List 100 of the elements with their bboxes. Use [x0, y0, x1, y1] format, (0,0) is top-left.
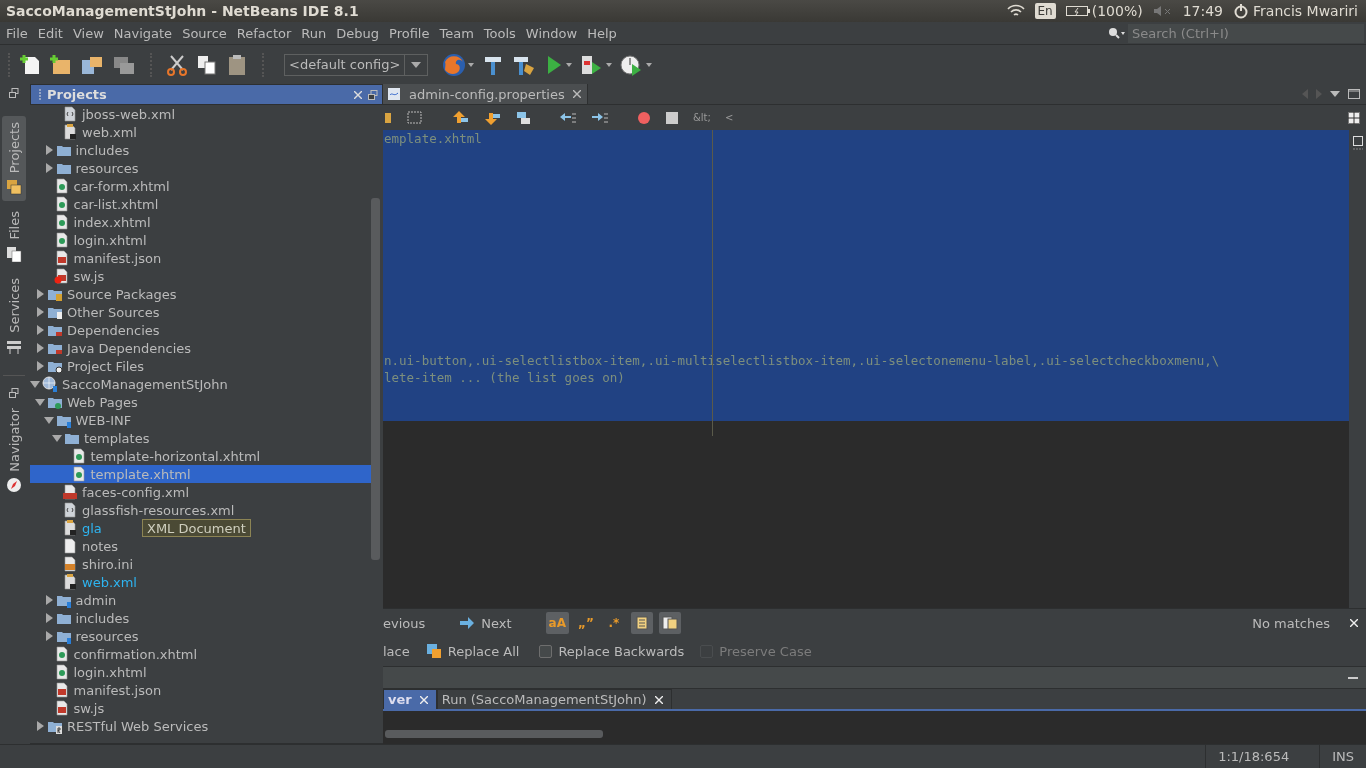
replace-button[interactable]: lace [383, 643, 410, 659]
menu-item[interactable]: Debug [332, 25, 386, 41]
shift-right-icon[interactable] [591, 110, 609, 125]
tree-item[interactable]: manifest.json [30, 249, 371, 267]
restore-icon[interactable] [9, 88, 19, 98]
side-tab[interactable]: Projects [2, 116, 26, 202]
tree-item[interactable]: sw.js [30, 267, 371, 285]
menu-item[interactable]: Help [583, 25, 623, 41]
user-name[interactable]: Francis Mwariri [1253, 3, 1358, 19]
side-tab[interactable]: Files [2, 205, 26, 268]
menu-item[interactable]: Window [521, 25, 584, 41]
restore-icon[interactable] [368, 89, 378, 100]
tree-item[interactable]: Project Files [30, 357, 371, 375]
keyboard-layout[interactable]: En [1034, 3, 1056, 19]
tree-item[interactable]: index.xhtml [30, 213, 371, 231]
menu-item[interactable]: Navigate [109, 25, 179, 41]
tree-item[interactable]: web.xml [30, 573, 371, 591]
menu-item[interactable]: Run [297, 25, 333, 41]
menu-item[interactable]: Edit [33, 25, 69, 41]
config-select[interactable]: <default config> [284, 53, 429, 76]
expand-arrow-icon[interactable] [35, 289, 45, 299]
shift-left-icon[interactable] [559, 110, 577, 125]
dropdown-icon[interactable] [1330, 91, 1340, 97]
expand-arrow-icon[interactable] [35, 325, 45, 335]
menu-item[interactable]: Tools [479, 25, 522, 41]
tree-item[interactable]: login.xhtml [30, 663, 371, 681]
collapse-arrow-icon[interactable] [43, 415, 54, 425]
collapse-arrow-icon[interactable] [30, 379, 40, 389]
tree-item[interactable]: login.xhtml [30, 231, 371, 249]
tree-item[interactable]: Java Dependencies [30, 339, 371, 357]
tree-item[interactable]: car-list.xhtml [30, 195, 371, 213]
tree-item[interactable]: resources [30, 627, 371, 645]
expand-arrow-icon[interactable] [35, 721, 45, 731]
tree-item[interactable]: templates [30, 429, 371, 447]
search-field[interactable]: Search (Ctrl+I) [1128, 23, 1364, 43]
selection-icon[interactable] [407, 110, 423, 125]
maximize-icon[interactable] [1348, 89, 1360, 99]
tree-item[interactable]: includes [30, 141, 371, 159]
tree-item[interactable]: web.xml [30, 123, 371, 141]
record-icon[interactable] [637, 110, 651, 125]
scrollbar[interactable] [371, 198, 380, 560]
expand-arrow-icon[interactable] [43, 631, 54, 641]
tree-item[interactable]: glassfish-resources.xml [30, 501, 371, 519]
expand-arrow-icon[interactable] [35, 307, 45, 317]
tree-item[interactable]: gla XML Document [30, 519, 371, 537]
previous-button[interactable]: evious [383, 615, 426, 631]
close-icon[interactable] [354, 90, 362, 99]
toggle-button[interactable]: „” [574, 612, 597, 634]
toggle-button[interactable]: .* [602, 612, 625, 634]
menu-item[interactable]: Team [435, 25, 480, 41]
scrollbar[interactable] [385, 730, 603, 738]
expand-arrow-icon[interactable] [35, 343, 45, 353]
checkbox[interactable] [539, 644, 553, 658]
toggle-button[interactable] [630, 612, 653, 634]
output-tab[interactable]: ver [383, 689, 437, 709]
tree-item[interactable]: Web Pages [30, 393, 371, 411]
tree-item[interactable]: RESTful Web Services [30, 717, 371, 735]
next-button[interactable]: Next [455, 615, 516, 631]
editor-tab[interactable]: admin-config.properties [383, 84, 588, 104]
tree-item[interactable]: WEB-INF [30, 411, 371, 429]
tree-item[interactable]: Source Packages [30, 285, 371, 303]
tree-item[interactable]: template-horizontal.xhtml [30, 447, 371, 465]
menu-item[interactable]: Profile [385, 25, 436, 41]
output-tab[interactable]: Run (SaccoManagementStJohn) [436, 689, 672, 709]
menu-item[interactable]: Source [178, 25, 233, 41]
tree-item[interactable]: Other Sources [30, 303, 371, 321]
tree-item[interactable]: admin [30, 591, 371, 609]
tree-item[interactable]: confirmation.xhtml [30, 645, 371, 663]
expand-arrow-icon[interactable] [43, 613, 54, 623]
clock[interactable]: 17:49 [1182, 3, 1223, 19]
expand-arrow-icon[interactable] [43, 595, 54, 605]
tree-item[interactable]: manifest.json [30, 681, 371, 699]
source-history-icon[interactable] [385, 110, 393, 125]
tree-item[interactable]: notes [30, 537, 371, 555]
tree-item[interactable]: template.xhtml [30, 465, 371, 483]
expand-arrow-icon[interactable] [35, 361, 45, 371]
side-tab[interactable]: Services [2, 271, 26, 361]
side-tab[interactable]: Navigator [2, 401, 26, 500]
expand-arrow-icon[interactable] [43, 145, 54, 155]
collapse-arrow-icon[interactable] [35, 397, 45, 407]
tree-item[interactable]: SaccoManagementStJohn [30, 375, 371, 393]
tree-item[interactable]: shiro.ini [30, 555, 371, 573]
search-icon[interactable] [1108, 27, 1126, 39]
restore-icon[interactable] [9, 387, 19, 398]
toggle-bookmark-icon[interactable] [515, 109, 531, 126]
toolbar-text[interactable]: &lt; [693, 112, 711, 123]
tree-item[interactable]: resources [30, 159, 371, 177]
menu-item[interactable]: File [2, 25, 34, 41]
replace-all-button[interactable]: Replace All [421, 643, 524, 659]
collapse-arrow-icon[interactable] [52, 433, 62, 443]
minimize-icon[interactable] [1348, 675, 1358, 680]
menu-item[interactable]: Refactor [232, 25, 298, 41]
menu-item[interactable]: View [68, 25, 110, 41]
tree-item[interactable]: jboss-web.xml [30, 105, 371, 123]
tree-item[interactable]: sw.js [30, 699, 371, 717]
expand-arrow-icon[interactable] [43, 163, 54, 173]
previous-bookmark-icon[interactable] [451, 109, 469, 126]
tree-item[interactable]: car-form.xhtml [30, 177, 371, 195]
tree-item[interactable]: includes [30, 609, 371, 627]
tree-item[interactable]: faces-config.xml [30, 483, 371, 501]
